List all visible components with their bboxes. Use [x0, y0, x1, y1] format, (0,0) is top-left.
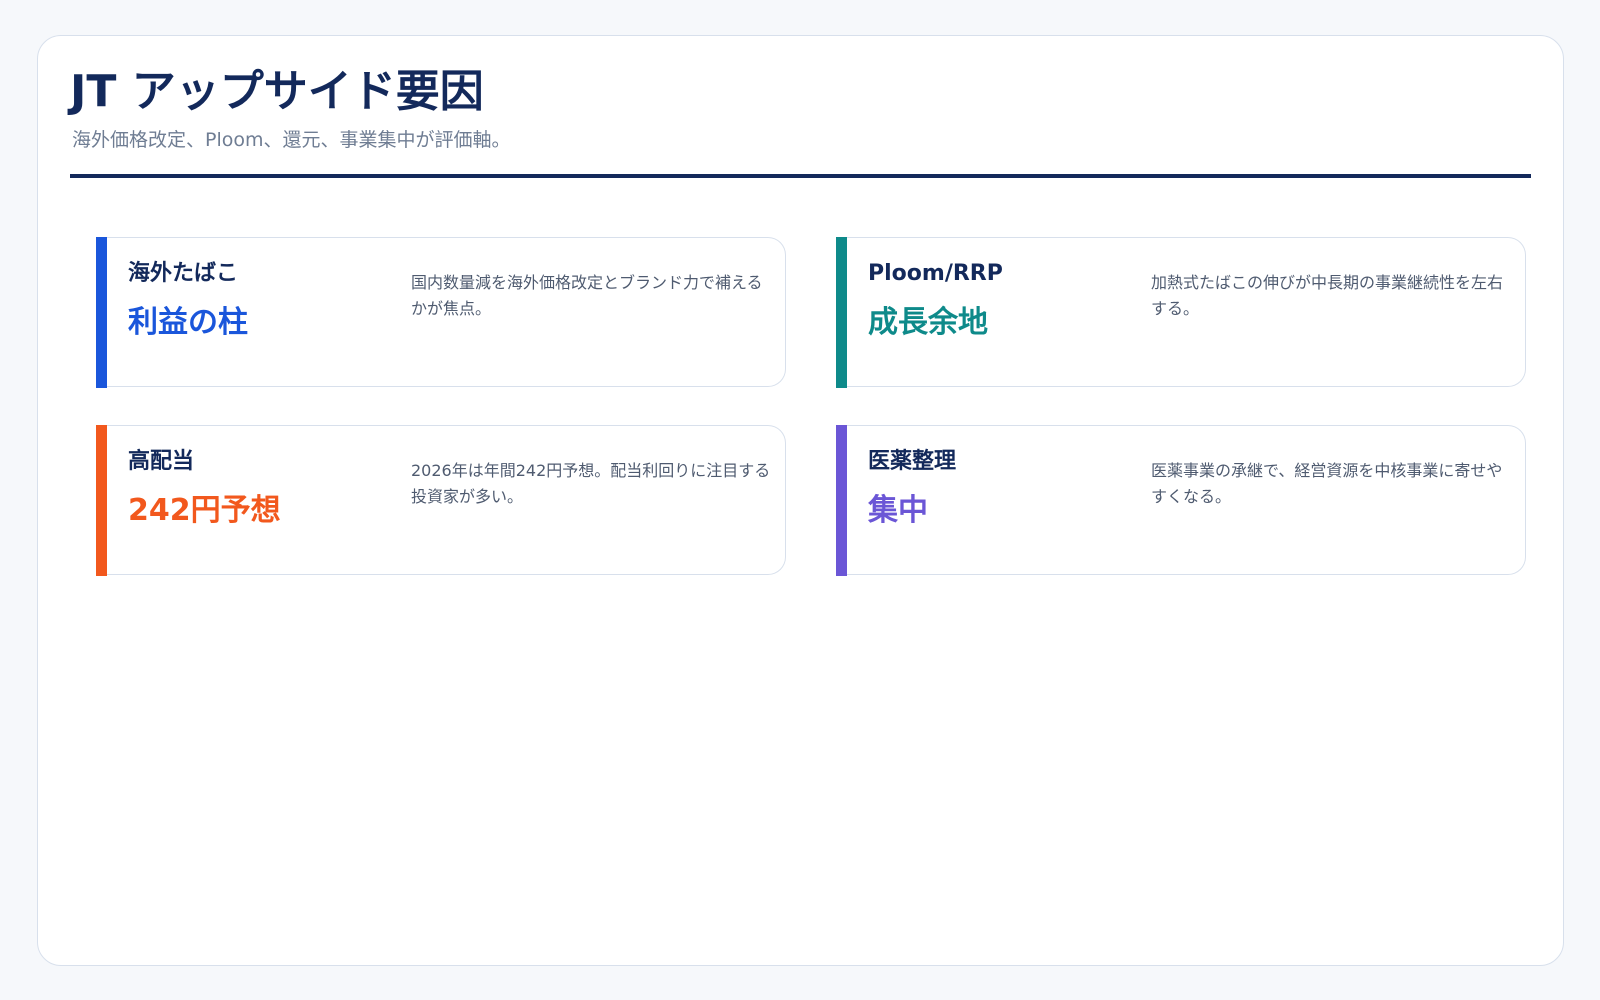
card-description: 加熱式たばこの伸びが中長期の事業継続性を左右する。 — [1151, 273, 1504, 318]
card-accent-bar — [96, 424, 107, 576]
card-label: 海外たばこ — [128, 261, 239, 286]
card-accent-bar — [836, 424, 847, 576]
card-description: 医薬事業の承継で、経営資源を中核事業に寄せやすくなる。 — [1151, 461, 1503, 506]
card-overseas-tobacco: 海外たばこ 利益の柱 国内数量減を海外価格改定とブランド力で補えるかが焦点。 — [96, 236, 786, 388]
card-description: 2026年は年間242円予想。配当利回りに注目する投資家が多い。 — [411, 461, 771, 506]
card-label: 医薬整理 — [868, 449, 957, 474]
card-accent-bar — [836, 236, 847, 388]
title-divider — [70, 174, 1531, 178]
card-accent-bar — [96, 236, 107, 388]
card-ploom-rrp: Ploom/RRP 成長余地 加熱式たばこの伸びが中長期の事業継続性を左右する。 — [836, 236, 1526, 388]
card-value: 成長余地 — [868, 305, 988, 340]
card-pharma-restructuring: 医薬整理 集中 医薬事業の承継で、経営資源を中核事業に寄せやすくなる。 — [836, 424, 1526, 576]
card-description: 国内数量減を海外価格改定とブランド力で補えるかが焦点。 — [411, 273, 763, 318]
card-high-dividend: 高配当 242円予想 2026年は年間242円予想。配当利回りに注目する投資家が… — [96, 424, 786, 576]
main-panel: JT アップサイド要因 海外価格改定、Ploom、還元、事業集中が評価軸。 海外… — [37, 35, 1564, 966]
page-title: JT アップサイド要因 — [70, 66, 484, 117]
card-label: 高配当 — [128, 449, 195, 474]
card-value: 242円予想 — [128, 493, 281, 528]
page-subtitle: 海外価格改定、Ploom、還元、事業集中が評価軸。 — [72, 129, 511, 151]
card-value: 集中 — [868, 493, 928, 528]
card-value: 利益の柱 — [128, 305, 248, 340]
card-label: Ploom/RRP — [868, 261, 1003, 286]
